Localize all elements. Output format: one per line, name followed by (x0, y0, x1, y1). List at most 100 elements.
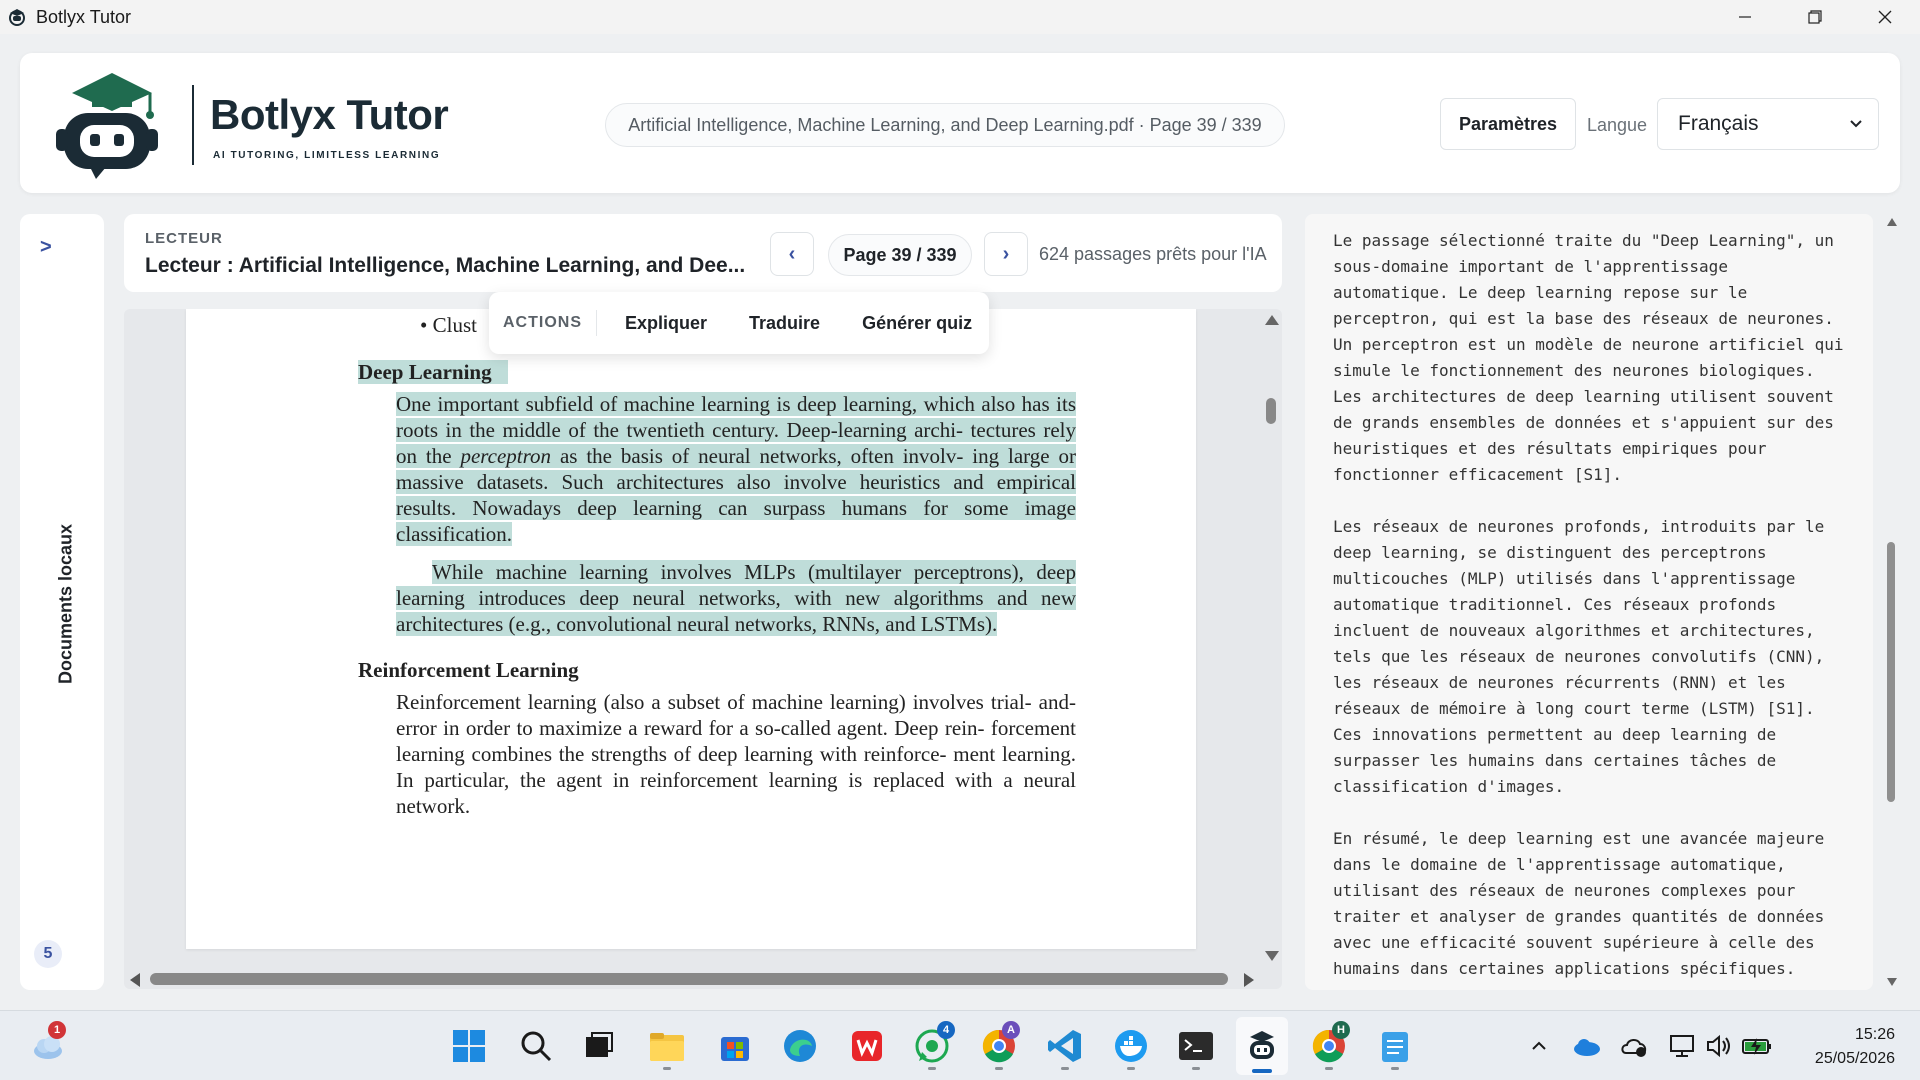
battery-button[interactable] (1738, 1027, 1776, 1065)
minimize-button[interactable] (1710, 0, 1780, 34)
whatsapp-button[interactable]: 4 (913, 1021, 955, 1065)
window-titlebar: Botlyx Tutor (0, 0, 1920, 34)
brand-name: Botlyx Tutor (210, 91, 449, 138)
document-info-pill: Artificial Intelligence, Machine Learnin… (605, 103, 1285, 147)
documents-count-badge: 5 (34, 940, 62, 968)
app-icon (9, 9, 25, 26)
next-page-button[interactable]: › (984, 232, 1028, 276)
documents-sidebar: > Documents locaux 5 (20, 214, 104, 990)
running-indicator (1127, 1067, 1135, 1070)
chevron-left-icon: ‹ (788, 242, 796, 265)
notepad-button[interactable] (1376, 1027, 1414, 1065)
explain-button[interactable]: Expliquer (625, 313, 707, 334)
viewer-vertical-scrollbar[interactable] (1260, 309, 1282, 969)
botlyx-tutor-taskbar-button[interactable] (1243, 1027, 1281, 1065)
app-header: Botlyx Tutor AI TUTORING, LIMITLESS LEAR… (20, 53, 1900, 193)
scroll-right-arrow-icon[interactable] (1244, 973, 1254, 987)
chrome-profile-h-avatar: H (1332, 1021, 1350, 1039)
store-icon (721, 1037, 749, 1061)
edge-browser-button[interactable] (781, 1027, 819, 1065)
windows-start-icon (453, 1030, 485, 1062)
volume-button[interactable] (1700, 1027, 1738, 1065)
language-select[interactable]: Français (1657, 98, 1879, 150)
close-icon (1878, 10, 1892, 24)
chrome-profile-a-avatar: A (1002, 1021, 1020, 1039)
search-icon (521, 1031, 552, 1062)
viewer-vertical-scroll-thumb[interactable] (1266, 398, 1276, 424)
running-indicator (663, 1067, 671, 1070)
pdf-paragraph-deep-learning-2[interactable]: While machine learning involves MLPs (mu… (396, 559, 1076, 637)
running-indicator (1325, 1067, 1333, 1070)
battery-charging-icon (1742, 1038, 1771, 1055)
ai-answer-panel[interactable]: Le passage sélectionné traite du "Deep L… (1305, 214, 1873, 990)
chrome-profile-a-button[interactable]: A (980, 1021, 1020, 1065)
microsoft-store-button[interactable] (716, 1027, 754, 1065)
answer-scroll-down-icon[interactable] (1887, 978, 1897, 986)
speaker-icon (1707, 1034, 1730, 1058)
running-indicator (1391, 1067, 1399, 1070)
pdf-emphasis-perceptron: perceptron (460, 444, 552, 468)
running-indicator (1061, 1067, 1069, 1070)
running-indicator (995, 1067, 1003, 1070)
whatsapp-notification-badge: 4 (937, 1021, 955, 1039)
previous-page-button[interactable]: ‹ (770, 232, 814, 276)
weather-notification-badge: 1 (48, 1021, 66, 1039)
sidebar-label-documents[interactable]: Documents locaux (56, 524, 77, 684)
show-hidden-icons-button[interactable] (1520, 1027, 1558, 1065)
language-label: Langue (1587, 115, 1648, 135)
vscode-button[interactable] (1046, 1027, 1084, 1065)
window-title: Botlyx Tutor (36, 6, 132, 27)
display-settings-button[interactable] (1664, 1027, 1702, 1065)
wps-office-button[interactable] (848, 1027, 886, 1065)
notepad-icon (1382, 1032, 1408, 1062)
docker-button[interactable] (1112, 1027, 1150, 1065)
windows-taskbar: 1 4 A H 15:26 25/05/2026 (0, 1010, 1920, 1080)
answer-scroll-thumb[interactable] (1887, 542, 1895, 802)
generate-quiz-button[interactable]: Générer quiz (862, 313, 972, 334)
monitor-icon (1670, 1035, 1694, 1057)
brand-tagline: AI TUTORING, LIMITLESS LEARNING (213, 150, 441, 161)
file-explorer-button[interactable] (648, 1027, 686, 1065)
chevron-up-icon (1532, 1041, 1546, 1050)
viewer-horizontal-scrollbar[interactable] (124, 969, 1282, 989)
cloud-status-icon (1621, 1039, 1647, 1057)
settings-button[interactable]: Paramètres (1440, 98, 1576, 150)
close-button[interactable] (1850, 0, 1920, 34)
start-button[interactable] (450, 1027, 488, 1065)
language-select-value: Français (1678, 112, 1759, 135)
pdf-page[interactable]: • Clust Deep Learning One important subf… (186, 309, 1196, 949)
translate-button[interactable]: Traduire (749, 313, 820, 334)
pdf-section-title-deep-learning: Deep Learning (358, 360, 508, 385)
passages-status: 624 passages prêts pour l'IA (1039, 244, 1267, 264)
edge-icon (784, 1030, 816, 1062)
viewer-horizontal-scroll-thumb[interactable] (150, 973, 1228, 985)
reader-kicker: LECTEUR (145, 230, 223, 247)
sidebar-toggle-button[interactable]: > (40, 236, 52, 259)
pdf-paragraph-reinforcement-learning[interactable]: Reinforcement learning (also a subset of… (396, 689, 1076, 819)
pdf-viewer[interactable]: • Clust Deep Learning One important subf… (124, 309, 1282, 989)
answer-scroll-up-icon[interactable] (1887, 218, 1897, 226)
running-indicator (928, 1067, 936, 1070)
restore-icon (1808, 10, 1822, 24)
taskbar-clock[interactable]: 15:26 25/05/2026 (1795, 1023, 1895, 1071)
ai-answer-text: Le passage sélectionné traite du "Deep L… (1333, 231, 1844, 978)
network-status-button[interactable] (1616, 1027, 1654, 1065)
window-controls (1710, 0, 1920, 34)
task-view-icon (586, 1032, 613, 1057)
maximize-button[interactable] (1780, 0, 1850, 34)
terminal-button[interactable] (1177, 1027, 1215, 1065)
onedrive-button[interactable] (1568, 1027, 1606, 1065)
botlyx-app-icon (1250, 1031, 1274, 1059)
scroll-down-arrow-icon[interactable] (1265, 951, 1279, 961)
chrome-profile-h-button[interactable]: H (1310, 1021, 1350, 1065)
pdf-paragraph-deep-learning-1[interactable]: One important subfield of machine learni… (396, 391, 1076, 547)
scroll-up-arrow-icon[interactable] (1265, 315, 1279, 325)
scroll-left-arrow-icon[interactable] (130, 973, 140, 987)
botlyx-logo-icon (56, 73, 158, 179)
answer-scrollbar[interactable] (1882, 214, 1902, 990)
selection-actions-popup: ACTIONS Expliquer Traduire Générer quiz (489, 292, 989, 354)
task-view-button[interactable] (580, 1027, 618, 1065)
search-button[interactable] (517, 1027, 555, 1065)
onedrive-cloud-icon (1574, 1039, 1600, 1056)
weather-widget[interactable]: 1 (30, 1021, 68, 1065)
